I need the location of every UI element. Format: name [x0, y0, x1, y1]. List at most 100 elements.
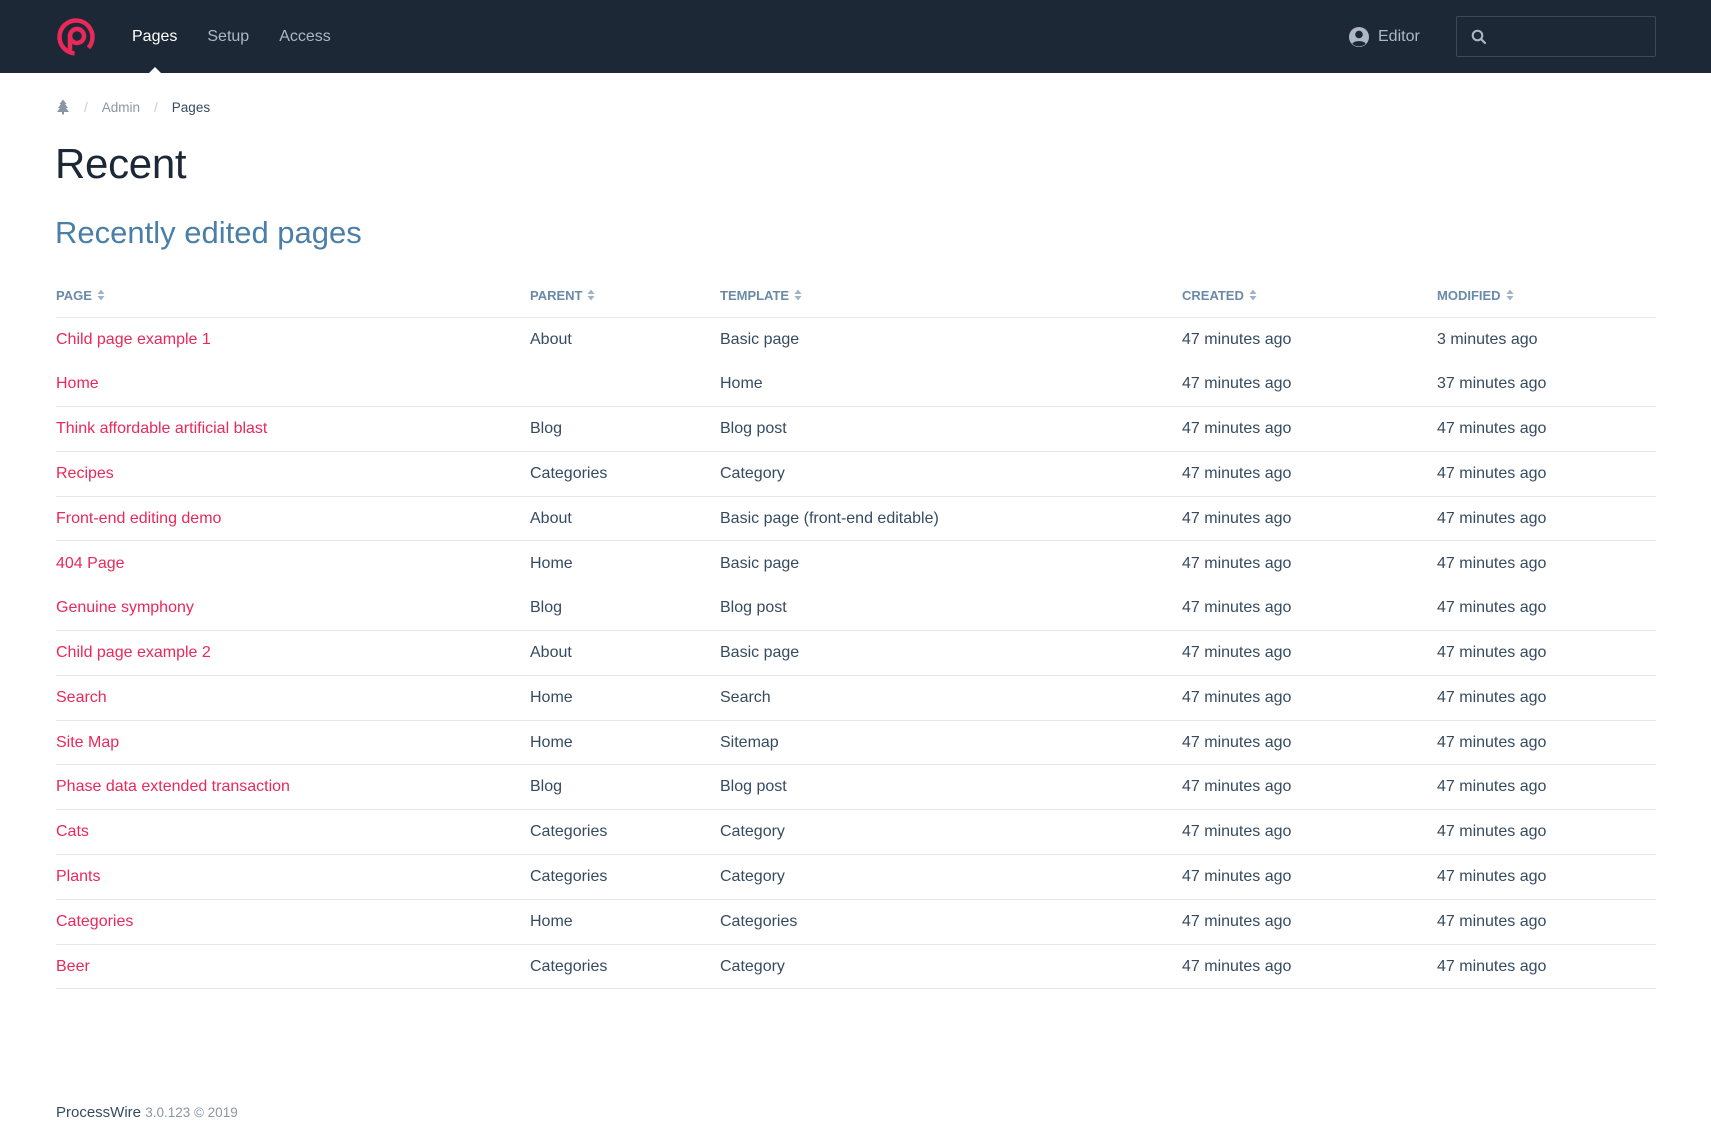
cell-parent: Home	[530, 720, 720, 766]
column-header-label: TEMPLATE	[720, 288, 790, 304]
cell-page: 404 Page	[56, 541, 530, 586]
column-header-label: CREATED	[1182, 288, 1244, 304]
cell-created: 47 minutes ago	[1182, 451, 1437, 497]
table-row: Home Home 47 minutes ago 37 minutes ago	[56, 361, 1656, 408]
user-menu[interactable]: Editor	[1348, 24, 1420, 50]
cell-created: 47 minutes ago	[1182, 585, 1437, 632]
cell-template: Sitemap	[720, 720, 1182, 766]
cell-template: Category	[720, 451, 1182, 497]
nav-access[interactable]: Access	[264, 0, 346, 73]
table-row: Site Map Home Sitemap 47 minutes ago 47 …	[56, 720, 1656, 766]
cell-modified: 47 minutes ago	[1437, 899, 1656, 945]
table-row: Child page example 2 About Basic page 47…	[56, 630, 1656, 676]
nav-pages-label: Pages	[132, 28, 178, 45]
page-link[interactable]: Cats	[56, 823, 89, 840]
page-title: Recent	[55, 140, 187, 187]
cell-template: Blog post	[720, 585, 1182, 632]
nav-pages[interactable]: Pages	[117, 0, 192, 73]
cell-template: Home	[720, 361, 1182, 408]
page-link[interactable]: Child page example 1	[56, 331, 211, 348]
nav-setup[interactable]: Setup	[192, 0, 264, 73]
cell-parent: Categories	[530, 944, 720, 990]
column-header-modified[interactable]: MODIFIED	[1437, 275, 1656, 318]
page-link[interactable]: Child page example 2	[56, 644, 211, 661]
cell-created: 47 minutes ago	[1182, 944, 1437, 990]
page-link[interactable]: Front-end editing demo	[56, 510, 221, 527]
column-header-page[interactable]: PAGE	[56, 275, 530, 318]
column-header-label: MODIFIED	[1437, 288, 1501, 304]
cell-parent: Home	[530, 554, 573, 572]
page-link[interactable]: Genuine symphony	[56, 599, 194, 616]
page-link[interactable]: Home	[56, 375, 99, 392]
footer: ProcessWire 3.0.123 © 2019	[56, 1104, 238, 1121]
page-link[interactable]: Plants	[56, 868, 100, 885]
cell-modified: 47 minutes ago	[1437, 554, 1547, 572]
column-header-parent[interactable]: PARENT	[530, 275, 720, 318]
page-link[interactable]: Categories	[56, 913, 133, 930]
tree-icon[interactable]	[56, 99, 70, 115]
table-row: Categories Home Categories 47 minutes ag…	[56, 899, 1656, 945]
cell-modified: 47 minutes ago	[1437, 809, 1656, 856]
cell-created: 47 minutes ago	[1182, 809, 1437, 856]
cell-modified: 47 minutes ago	[1437, 585, 1656, 632]
page-link[interactable]: Beer	[56, 958, 90, 975]
breadcrumb-pages: Pages	[171, 99, 211, 115]
cell-template: Basic page	[720, 330, 800, 348]
page-link[interactable]: Search	[56, 689, 107, 706]
cell-template: Basic page	[720, 630, 1182, 676]
cell-modified: 37 minutes ago	[1437, 361, 1656, 408]
cell-modified: 47 minutes ago	[1437, 451, 1656, 497]
cell-template: Basic page	[720, 554, 800, 572]
breadcrumb: / Admin / Pages	[56, 98, 210, 116]
nav-access-label: Access	[279, 28, 331, 45]
cell-page: Front-end editing demo	[56, 496, 530, 542]
recent-pages-table: PAGE PARENT TEMPLATE CREATED MODIFIED Ch…	[56, 275, 1656, 990]
breadcrumb-separator: /	[84, 99, 88, 115]
breadcrumb-separator: /	[154, 99, 158, 115]
user-circle-icon	[1349, 27, 1369, 47]
cell-created: 47 minutes ago	[1182, 720, 1437, 766]
breadcrumb-admin[interactable]: Admin	[102, 100, 140, 115]
page-link[interactable]: 404 Page	[56, 555, 125, 572]
cell-modified: 3 minutes ago	[1437, 330, 1538, 348]
cell-parent: Home	[530, 899, 720, 945]
processwire-logo-icon[interactable]	[56, 17, 96, 57]
cell-modified: 47 minutes ago	[1437, 496, 1656, 542]
cell-modified: 47 minutes ago	[1437, 675, 1656, 721]
cell-page: Cats	[56, 809, 530, 856]
cell-parent: Home	[530, 675, 720, 721]
search-box	[1456, 16, 1656, 57]
column-header-created[interactable]: CREATED	[1182, 275, 1437, 318]
table-row: Genuine symphony Blog Blog post 47 minut…	[56, 585, 1656, 632]
cell-template: Category	[720, 944, 1182, 990]
cell-page: Beer	[56, 944, 530, 990]
table-row: 404 Page Home Basic page 47 minutes ago …	[56, 541, 1656, 586]
sort-icon	[1506, 289, 1514, 301]
column-header-template[interactable]: TEMPLATE	[720, 275, 1182, 318]
active-caret	[148, 67, 161, 73]
cell-parent: About	[530, 496, 720, 542]
page-link[interactable]: Site Map	[56, 734, 119, 751]
table-row: Phase data extended transaction Blog Blo…	[56, 764, 1656, 811]
nav-setup-label: Setup	[207, 28, 250, 45]
page-link[interactable]: Think affordable artificial blast	[56, 420, 267, 437]
table-row: Recipes Categories Category 47 minutes a…	[56, 451, 1656, 497]
cell-template: Blog post	[720, 406, 1182, 452]
sort-icon	[1249, 289, 1257, 301]
cell-template: Search	[720, 675, 1182, 721]
cell-created: 47 minutes ago	[1182, 764, 1437, 811]
cell-created: 47 minutes ago	[1182, 675, 1437, 721]
search-input[interactable]	[1495, 28, 1645, 45]
cell-template: Basic page (front-end editable)	[720, 496, 1182, 542]
cell-created: 47 minutes ago	[1182, 554, 1292, 572]
cell-created: 47 minutes ago	[1182, 406, 1437, 452]
page-link[interactable]: Recipes	[56, 465, 114, 482]
cell-modified: 47 minutes ago	[1437, 944, 1656, 990]
table-header-row: PAGE PARENT TEMPLATE CREATED MODIFIED	[56, 275, 1656, 318]
cell-template: Blog post	[720, 764, 1182, 811]
cell-created: 47 minutes ago	[1182, 330, 1292, 348]
page-link[interactable]: Phase data extended transaction	[56, 778, 290, 795]
cell-created: 47 minutes ago	[1182, 854, 1437, 900]
masthead: Pages Setup Access Editor	[0, 0, 1711, 73]
cell-parent: Blog	[530, 406, 720, 452]
